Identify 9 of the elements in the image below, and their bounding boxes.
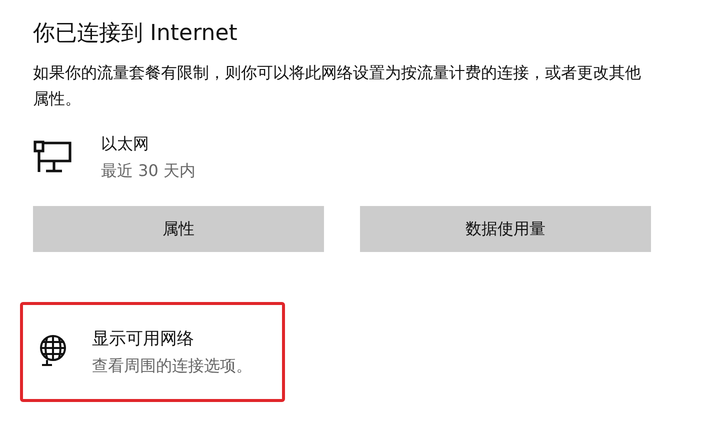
show-networks-link[interactable]: 显示可用网络 查看周围的连接选项。 bbox=[20, 302, 285, 402]
description-text: 如果你的流量套餐有限制，则你可以将此网络设置为按流量计费的连接，或者更改其他属性。 bbox=[33, 62, 642, 110]
status-heading: 你已连接到 Internet bbox=[33, 20, 238, 48]
action-button[interactable]: 数据使用量 bbox=[360, 206, 651, 252]
action-button[interactable]: 属性 bbox=[33, 206, 324, 252]
link-title: 显示可用网络 bbox=[92, 328, 194, 350]
link-subtitle: 查看周围的连接选项。 bbox=[92, 356, 252, 377]
connection-status: 最近 30 天内 bbox=[101, 161, 196, 182]
connection-name: 以太网 bbox=[101, 134, 149, 155]
